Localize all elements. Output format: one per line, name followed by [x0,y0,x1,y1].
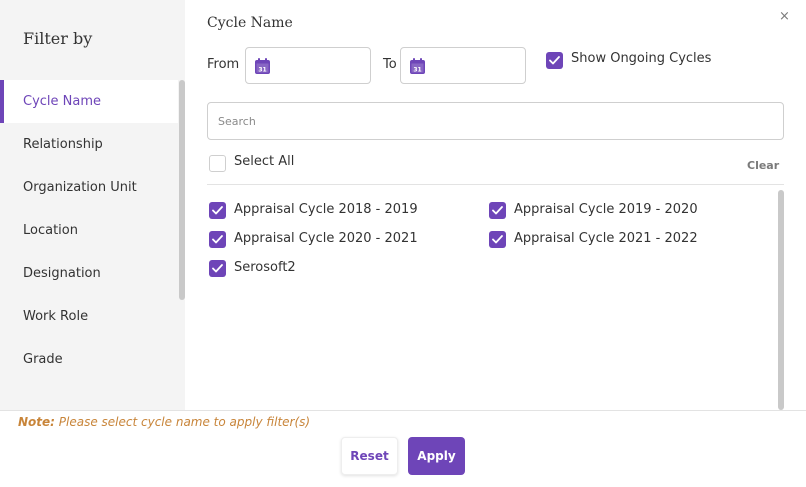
cycle-option-label: Appraisal Cycle 2018 - 2019 [234,202,418,217]
sidebar-scrollbar[interactable] [179,80,185,300]
section-title: Cycle Name [207,15,293,31]
sidebar-item-relationship[interactable]: Relationship [0,123,178,166]
check-icon [212,264,223,273]
sidebar-item-cycle-name[interactable]: Cycle Name [0,80,178,123]
cycle-option-label: Appraisal Cycle 2019 - 2020 [514,202,698,217]
sidebar-list: Cycle Name Relationship Organization Uni… [0,80,178,381]
to-date-field[interactable]: 31 [400,47,526,84]
check-icon [212,235,223,244]
cycle-option-label: Serosoft2 [234,260,296,275]
filter-sidebar: Filter by Cycle Name Relationship Organi… [0,0,185,410]
check-icon [492,235,503,244]
note-prefix: Note: [18,415,55,429]
divider [207,184,784,185]
sidebar-title: Filter by [23,29,93,48]
footer-note: Note: Please select cycle name to apply … [18,415,310,429]
check-icon [549,56,560,65]
cycle-checkbox[interactable] [209,202,226,219]
cycle-option-label: Appraisal Cycle 2020 - 2021 [234,231,418,246]
clear-link[interactable]: Clear [747,159,779,172]
footer-divider [0,410,806,411]
sidebar-item-work-role[interactable]: Work Role [0,295,178,338]
select-all-checkbox[interactable] [209,155,226,172]
sidebar-item-organization-unit[interactable]: Organization Unit [0,166,178,209]
apply-button[interactable]: Apply [408,437,465,475]
cycle-checkbox[interactable] [489,202,506,219]
cycle-option-label: Appraisal Cycle 2021 - 2022 [514,231,698,246]
sidebar-item-grade[interactable]: Grade [0,338,178,381]
calendar-day: 31 [258,67,266,74]
reset-button[interactable]: Reset [341,437,398,475]
sidebar-item-location[interactable]: Location [0,209,178,252]
ongoing-cycles-label: Show Ongoing Cycles [571,51,712,66]
calendar-day: 31 [413,67,421,74]
check-icon [212,206,223,215]
list-scrollbar[interactable] [778,190,784,410]
select-all-label: Select All [234,154,295,169]
close-icon[interactable]: × [779,9,790,25]
cycle-checkbox[interactable] [489,231,506,248]
search-input[interactable] [207,102,784,140]
calendar-icon[interactable]: 31 [410,58,425,74]
check-icon [492,206,503,215]
ongoing-cycles-checkbox[interactable] [546,52,563,69]
calendar-icon[interactable]: 31 [255,58,270,74]
cycle-checkbox[interactable] [209,260,226,277]
note-text: Please select cycle name to apply filter… [54,415,311,429]
from-date-field[interactable]: 31 [245,47,371,84]
sidebar-item-designation[interactable]: Designation [0,252,178,295]
to-label: To [383,57,397,72]
cycle-checkbox[interactable] [209,231,226,248]
from-label: From [207,57,240,72]
